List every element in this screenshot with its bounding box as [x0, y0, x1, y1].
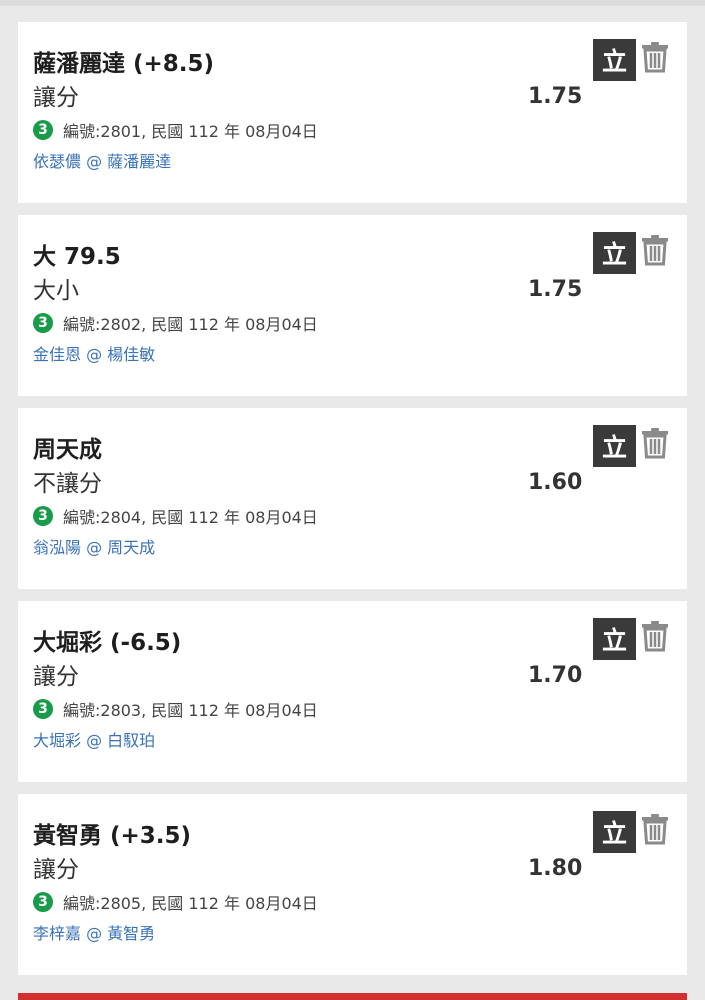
- bottom-action-bar[interactable]: [18, 993, 687, 1000]
- trash-icon[interactable]: [640, 233, 670, 267]
- bet-match-link[interactable]: 大堀彩 @ 白馭珀: [33, 727, 155, 751]
- bet-match-link[interactable]: 依瑟儂 @ 薩潘麗達: [33, 148, 171, 172]
- bet-selection: 大 79.5: [33, 244, 121, 270]
- bet-card: 黃智勇 (+3.5) 讓分 3 編號:2805, 民國 112 年 08月04日…: [18, 794, 687, 975]
- bet-slip-list: 薩潘麗達 (+8.5) 讓分 3 編號:2801, 民國 112 年 08月04…: [18, 22, 687, 987]
- trash-icon[interactable]: [640, 619, 670, 653]
- number-circle-icon: 3: [33, 120, 53, 140]
- bet-info-row: 3 編號:2801, 民國 112 年 08月04日: [33, 118, 318, 142]
- trash-icon[interactable]: [640, 812, 670, 846]
- bet-odds: 1.75: [528, 84, 583, 109]
- bet-card: 薩潘麗達 (+8.5) 讓分 3 編號:2801, 民國 112 年 08月04…: [18, 22, 687, 203]
- lock-bet-button[interactable]: 立: [593, 618, 636, 660]
- bet-card: 周天成 不讓分 3 編號:2804, 民國 112 年 08月04日 翁泓陽 @…: [18, 408, 687, 589]
- top-strip: [0, 0, 705, 6]
- bet-market-type: 讓分: [33, 85, 79, 111]
- bet-card: 大堀彩 (-6.5) 讓分 3 編號:2803, 民國 112 年 08月04日…: [18, 601, 687, 782]
- bet-market-type: 讓分: [33, 664, 79, 690]
- bet-event-info: 編號:2804, 民國 112 年 08月04日: [63, 508, 318, 527]
- bet-match-link[interactable]: 李梓嘉 @ 黃智勇: [33, 920, 155, 944]
- lock-bet-button[interactable]: 立: [593, 811, 636, 853]
- bet-info-row: 3 編號:2805, 民國 112 年 08月04日: [33, 890, 318, 914]
- bet-selection: 大堀彩 (-6.5): [33, 630, 182, 656]
- bet-card: 大 79.5 大小 3 編號:2802, 民國 112 年 08月04日 金佳恩…: [18, 215, 687, 396]
- lock-bet-button[interactable]: 立: [593, 232, 636, 274]
- bet-event-info: 編號:2802, 民國 112 年 08月04日: [63, 315, 318, 334]
- number-circle-icon: 3: [33, 506, 53, 526]
- trash-icon[interactable]: [640, 40, 670, 74]
- bet-info-row: 3 編號:2802, 民國 112 年 08月04日: [33, 311, 318, 335]
- bet-event-info: 編號:2805, 民國 112 年 08月04日: [63, 894, 318, 913]
- bet-selection: 周天成: [33, 437, 102, 463]
- bet-info-row: 3 編號:2804, 民國 112 年 08月04日: [33, 504, 318, 528]
- bet-selection: 薩潘麗達 (+8.5): [33, 51, 215, 77]
- bet-event-info: 編號:2803, 民國 112 年 08月04日: [63, 701, 318, 720]
- bet-odds: 1.60: [528, 470, 583, 495]
- bet-odds: 1.70: [528, 663, 583, 688]
- bet-market-type: 讓分: [33, 857, 79, 883]
- bet-market-type: 不讓分: [33, 471, 102, 497]
- bet-event-info: 編號:2801, 民國 112 年 08月04日: [63, 122, 318, 141]
- number-circle-icon: 3: [33, 313, 53, 333]
- lock-bet-button[interactable]: 立: [593, 425, 636, 467]
- number-circle-icon: 3: [33, 699, 53, 719]
- trash-icon[interactable]: [640, 426, 670, 460]
- bet-match-link[interactable]: 金佳恩 @ 楊佳敏: [33, 341, 155, 365]
- bet-odds: 1.80: [528, 856, 583, 881]
- bet-selection: 黃智勇 (+3.5): [33, 823, 192, 849]
- bet-match-link[interactable]: 翁泓陽 @ 周天成: [33, 534, 155, 558]
- bet-info-row: 3 編號:2803, 民國 112 年 08月04日: [33, 697, 318, 721]
- lock-bet-button[interactable]: 立: [593, 39, 636, 81]
- bet-odds: 1.75: [528, 277, 583, 302]
- number-circle-icon: 3: [33, 892, 53, 912]
- bet-market-type: 大小: [33, 278, 79, 304]
